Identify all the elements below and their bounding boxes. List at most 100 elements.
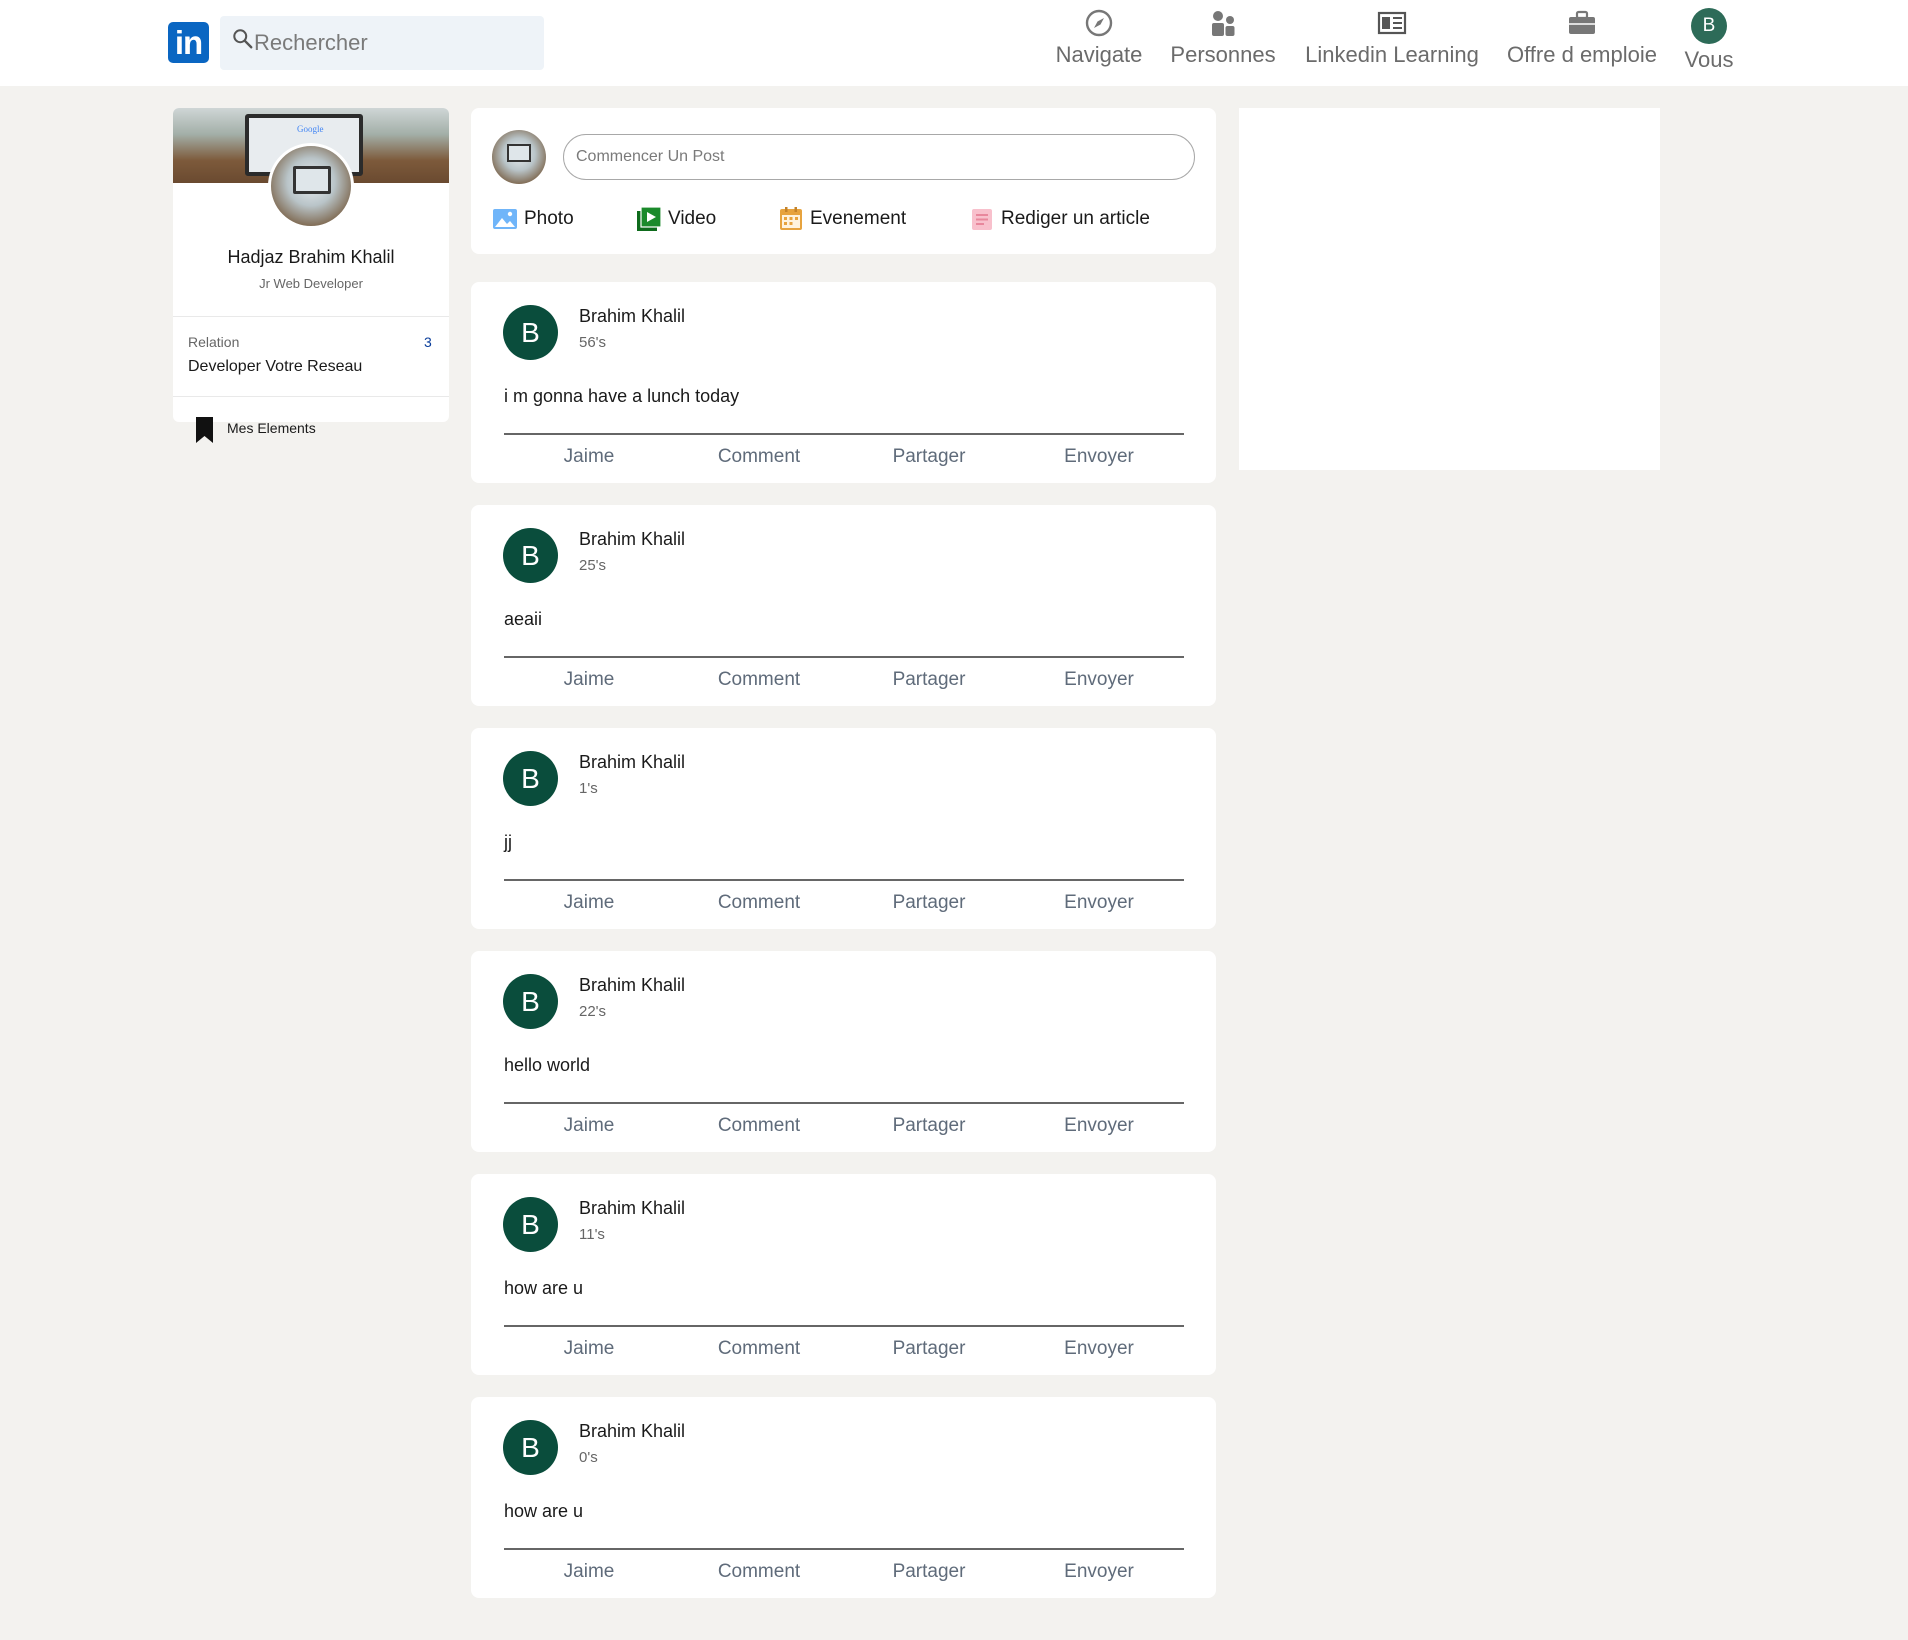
post-timestamp: 0's: [579, 1449, 598, 1466]
video-icon: [637, 206, 662, 231]
post-author-name[interactable]: Brahim Khalil: [579, 1198, 685, 1219]
nav-personnes[interactable]: Personnes: [1168, 8, 1278, 78]
comment-button[interactable]: Comment: [674, 1338, 844, 1360]
post-author-name[interactable]: Brahim Khalil: [579, 529, 685, 550]
compass-icon: [1085, 9, 1113, 37]
post-actions: Jaime Comment Partager Envoyer: [504, 1561, 1184, 1589]
nav-learning-label: Linkedin Learning: [1305, 42, 1479, 67]
composer-avatar-laptop: [507, 144, 531, 162]
divider: [173, 396, 449, 397]
post-divider: [504, 879, 1184, 881]
send-button[interactable]: Envoyer: [1014, 892, 1184, 914]
nav-offre-label: Offre d emploie: [1506, 42, 1657, 67]
post-author-avatar[interactable]: B: [503, 1197, 558, 1252]
send-button[interactable]: Envoyer: [1014, 1115, 1184, 1137]
write-article-button[interactable]: Rediger un article: [969, 204, 1169, 234]
search-box[interactable]: [220, 16, 544, 70]
share-button[interactable]: Partager: [844, 1561, 1014, 1583]
post-actions: Jaime Comment Partager Envoyer: [504, 1115, 1184, 1143]
nav-linkedin-learning[interactable]: Linkedin Learning: [1301, 8, 1483, 78]
post-timestamp: 11's: [579, 1226, 605, 1243]
post-content: jj: [504, 832, 512, 852]
post-divider: [504, 656, 1184, 658]
nav-vous[interactable]: B Vous: [1676, 8, 1742, 78]
share-button[interactable]: Partager: [844, 892, 1014, 914]
post-author-name[interactable]: Brahim Khalil: [579, 975, 685, 996]
post-actions: Jaime Comment Partager Envoyer: [504, 892, 1184, 920]
comment-button[interactable]: Comment: [674, 446, 844, 468]
comment-button[interactable]: Comment: [674, 1561, 844, 1583]
search-icon: [233, 29, 253, 49]
like-button[interactable]: Jaime: [504, 446, 674, 468]
comment-button[interactable]: Comment: [674, 892, 844, 914]
post-composer: Photo Video Evenement Red: [471, 108, 1216, 254]
grow-network-link[interactable]: Developer Votre Reseau: [188, 358, 362, 376]
relation-count[interactable]: 3: [424, 334, 432, 350]
user-avatar: B: [1691, 8, 1727, 44]
nav-vous-label: Vous: [1684, 47, 1734, 72]
learning-icon: [1377, 11, 1407, 35]
search-input[interactable]: [254, 16, 534, 70]
post-author-name[interactable]: Brahim Khalil: [579, 306, 685, 327]
event-button[interactable]: Evenement: [778, 204, 918, 234]
like-button[interactable]: Jaime: [504, 669, 674, 691]
profile-name[interactable]: Hadjaz Brahim Khalil: [173, 247, 449, 268]
bookmark-icon: [196, 417, 213, 443]
comment-button[interactable]: Comment: [674, 669, 844, 691]
post-author-name[interactable]: Brahim Khalil: [579, 752, 685, 773]
start-post-input[interactable]: [563, 134, 1195, 180]
like-button[interactable]: Jaime: [504, 1115, 674, 1137]
post-author-avatar[interactable]: B: [503, 751, 558, 806]
post-content: i m gonna have a lunch today: [504, 386, 740, 406]
right-sidebar-panel: [1239, 108, 1660, 470]
video-label: Video: [668, 208, 717, 229]
briefcase-icon: [1569, 10, 1595, 34]
post-author-avatar[interactable]: B: [503, 974, 558, 1029]
linkedin-logo[interactable]: in: [168, 22, 209, 63]
send-button[interactable]: Envoyer: [1014, 446, 1184, 468]
post-author-avatar[interactable]: B: [503, 1420, 558, 1475]
photo-button[interactable]: Photo: [492, 204, 582, 234]
feed-post: B Brahim Khalil 0's how are u Jaime Comm…: [471, 1397, 1216, 1598]
like-button[interactable]: Jaime: [504, 892, 674, 914]
post-author-avatar[interactable]: B: [503, 528, 558, 583]
composer-avatar: [492, 130, 546, 184]
relation-label[interactable]: Relation: [188, 334, 239, 350]
share-button[interactable]: Partager: [844, 1338, 1014, 1360]
send-button[interactable]: Envoyer: [1014, 669, 1184, 691]
post-content: aeaii: [504, 609, 543, 629]
photo-icon: [493, 209, 517, 229]
share-button[interactable]: Partager: [844, 1115, 1014, 1137]
video-button[interactable]: Video: [636, 204, 726, 234]
people-icon: [1212, 11, 1235, 36]
article-icon: [972, 209, 992, 230]
post-divider: [504, 1102, 1184, 1104]
post-author-avatar[interactable]: B: [503, 305, 558, 360]
nav-offre-emploie[interactable]: Offre d emploie: [1505, 8, 1659, 78]
photo-label: Photo: [524, 208, 574, 229]
post-timestamp: 56's: [579, 334, 607, 351]
post-divider: [504, 1548, 1184, 1550]
share-button[interactable]: Partager: [844, 446, 1014, 468]
feed-post: B Brahim Khalil 56's i m gonna have a lu…: [471, 282, 1216, 483]
share-button[interactable]: Partager: [844, 669, 1014, 691]
post-timestamp: 25's: [579, 557, 607, 574]
post-actions: Jaime Comment Partager Envoyer: [504, 669, 1184, 697]
divider: [173, 316, 449, 317]
send-button[interactable]: Envoyer: [1014, 1561, 1184, 1583]
comment-button[interactable]: Comment: [674, 1115, 844, 1137]
profile-card: Google Hadjaz Brahim Khalil Jr Web Devel…: [173, 108, 449, 422]
post-author-name[interactable]: Brahim Khalil: [579, 1421, 685, 1442]
feed-post: B Brahim Khalil 25's aeaii Jaime Comment…: [471, 505, 1216, 706]
post-actions: Jaime Comment Partager Envoyer: [504, 1338, 1184, 1366]
feed-post: B Brahim Khalil 22's hello world Jaime C…: [471, 951, 1216, 1152]
profile-picture[interactable]: [268, 143, 354, 229]
post-timestamp: 22's: [579, 1003, 607, 1020]
like-button[interactable]: Jaime: [504, 1338, 674, 1360]
like-button[interactable]: Jaime: [504, 1561, 674, 1583]
nav-navigate[interactable]: Navigate: [1052, 8, 1146, 78]
send-button[interactable]: Envoyer: [1014, 1338, 1184, 1360]
post-divider: [504, 1325, 1184, 1327]
post-content: hello world: [504, 1055, 591, 1075]
profile-picture-laptop: [293, 166, 331, 194]
